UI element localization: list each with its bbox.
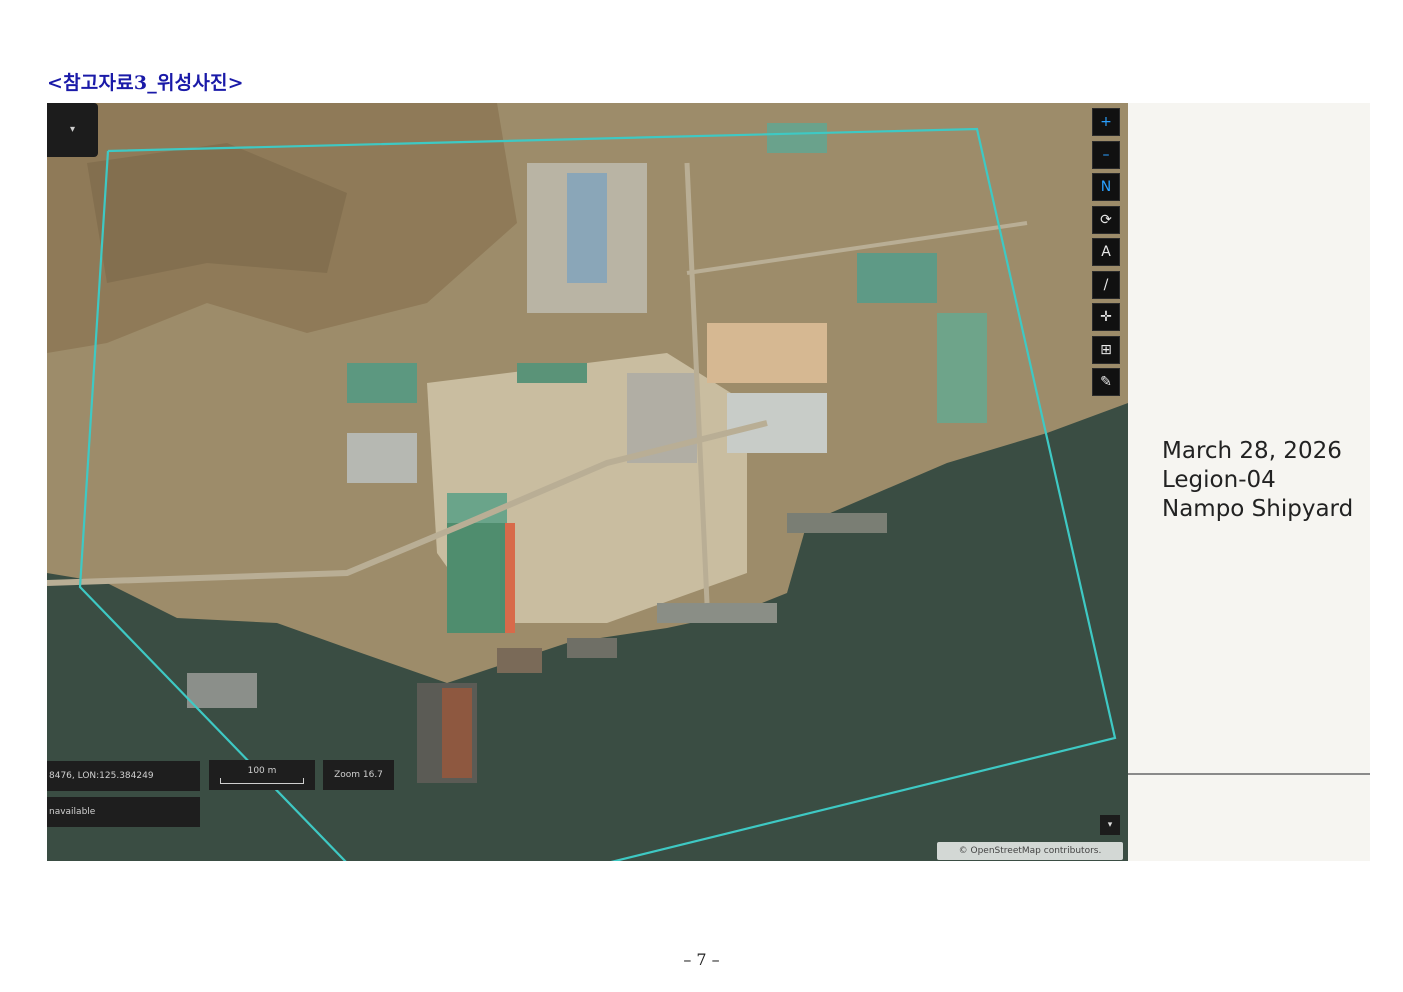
caption-panel: March 28, 2026 Legion-04 Nampo Shipyard xyxy=(1128,103,1370,861)
draw-line-icon[interactable]: / xyxy=(1092,270,1120,299)
capture-date: March 28, 2026 xyxy=(1162,438,1342,464)
scale-bar-line xyxy=(220,778,304,784)
divider xyxy=(1128,773,1370,775)
location-name: Nampo Shipyard xyxy=(1162,496,1354,522)
page-number: – 7 – xyxy=(683,950,720,969)
availability-status: navailable xyxy=(47,797,200,827)
labels-icon[interactable]: A xyxy=(1092,238,1120,266)
satellite-map xyxy=(47,103,1128,861)
scale-bar: 100 m xyxy=(209,760,315,790)
satellite-name: Legion-04 xyxy=(1162,467,1276,493)
scale-label: 100 m xyxy=(247,766,277,776)
zoom-out-button[interactable]: – xyxy=(1092,140,1120,169)
edit-icon[interactable]: ✎ xyxy=(1092,368,1120,396)
map-menu-button[interactable]: ▾ xyxy=(47,103,98,157)
rotate-icon[interactable]: ⟳ xyxy=(1092,205,1120,234)
collapse-button[interactable]: ▾ xyxy=(1100,815,1120,835)
page-heading: <참고자료3_위성사진> xyxy=(47,72,244,94)
map-attribution[interactable]: © OpenStreetMap contributors. xyxy=(937,842,1123,860)
zoom-level: Zoom 16.7 xyxy=(323,760,394,790)
grid-icon[interactable]: ⊞ xyxy=(1092,335,1120,364)
map-toolbar: + – N ⟳ A / ✛ ⊞ ✎ xyxy=(1092,108,1122,401)
crosshair-icon[interactable]: ✛ xyxy=(1092,303,1120,331)
satellite-image: ▾ + – N ⟳ A / ✛ ⊞ ✎ 8476, LON:125.384249… xyxy=(47,103,1128,861)
north-arrow-icon[interactable]: N xyxy=(1092,173,1120,201)
image-caption: March 28, 2026 Legion-04 Nampo Shipyard xyxy=(1162,437,1353,524)
coordinates-readout: 8476, LON:125.384249 xyxy=(47,761,200,791)
zoom-in-button[interactable]: + xyxy=(1092,108,1120,136)
